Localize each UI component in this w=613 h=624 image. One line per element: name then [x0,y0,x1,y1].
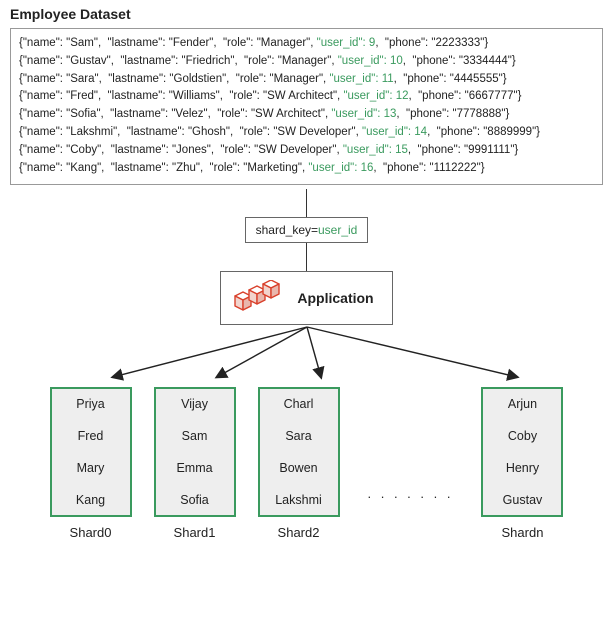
shard-item: Coby [508,429,537,443]
shard-key-label: shard_key= [256,223,318,237]
shard-box: Priya Fred Mary Kang [50,387,132,517]
dataset-row: {"name": "Gustav", "lastname": "Friedric… [19,53,594,71]
shard-item: Sofia [180,493,209,507]
shard-key-value: user_id [318,223,357,237]
shard-item: Fred [78,429,104,443]
shard-item: Sara [285,429,311,443]
dataset-row: {"name": "Coby", "lastname": "Jones", "r… [19,142,594,160]
dataset-row: {"name": "Fred", "lastname": "Williams",… [19,88,594,106]
dataset-row: {"name": "Lakshmi", "lastname": "Ghosh",… [19,124,594,142]
shard-item: Gustav [503,493,543,507]
shard-label: Shard2 [278,525,320,540]
dataset-row: {"name": "Sofia", "lastname": "Velez", "… [19,106,594,124]
shard-item: Lakshmi [275,493,322,507]
shard-box: Arjun Coby Henry Gustav [481,387,563,517]
connector-line [306,189,307,217]
shard-item: Bowen [279,461,317,475]
fanout-arrows [27,325,587,385]
ellipsis: . . . . . . . [362,426,460,501]
shards-row: Priya Fred Mary Kang Shard0 Vijay Sam Emma Sofia… [50,387,564,540]
dataset-row: {"name": "Sara", "lastname": "Goldstien"… [19,71,594,89]
shard-label: Shard0 [70,525,112,540]
shard-box: Charl Sara Bowen Lakshmi [258,387,340,517]
shard-box: Vijay Sam Emma Sofia [154,387,236,517]
dataset-title: Employee Dataset [10,6,603,22]
shard-key-box: shard_key=user_id [245,217,369,243]
dataset-row: {"name": "Sam", "lastname": "Fender", "r… [19,35,594,53]
dataset-box: {"name": "Sam", "lastname": "Fender", "r… [10,28,603,185]
shard-item: Henry [506,461,539,475]
shard-item: Priya [76,397,104,411]
application-box: Application [220,271,392,325]
shard-label: Shard1 [174,525,216,540]
shard-label: Shardn [502,525,544,540]
shard: Charl Sara Bowen Lakshmi Shard2 [258,387,340,540]
shard-item: Emma [176,461,212,475]
connector-line [306,243,307,271]
shard: Priya Fred Mary Kang Shard0 [50,387,132,540]
cubes-icon [231,280,285,316]
shard-item: Sam [182,429,208,443]
shard-item: Mary [77,461,105,475]
shard: Arjun Coby Henry Gustav Shardn [481,387,563,540]
shard-item: Arjun [508,397,537,411]
shard-item: Vijay [181,397,208,411]
shard: Vijay Sam Emma Sofia Shard1 [154,387,236,540]
shard-item: Kang [76,493,105,507]
application-label: Application [297,290,373,306]
dataset-row: {"name": "Kang", "lastname": "Zhu", "rol… [19,160,594,178]
shard-item: Charl [284,397,314,411]
